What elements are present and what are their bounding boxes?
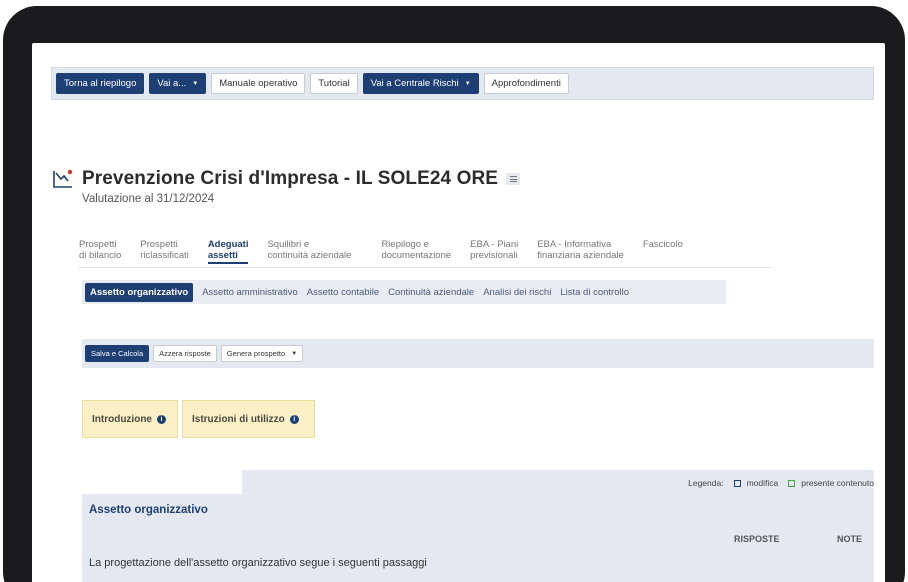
goto-dropdown-button[interactable]: Vai a... ▼ xyxy=(149,73,207,94)
tab-label: riclassificati xyxy=(140,249,189,261)
legend-label: Legenda: xyxy=(688,478,724,488)
back-to-summary-button[interactable]: Torna al riepilogo xyxy=(56,73,145,94)
info-icon: i xyxy=(289,414,299,424)
tutorial-button[interactable]: Tutorial xyxy=(310,73,358,94)
goto-label: Vai a... xyxy=(157,78,187,89)
questionnaire-panel: Legenda: modifica presente contenuto Ass… xyxy=(82,470,874,582)
question-text: La progettazione dell'assetto organizzat… xyxy=(89,557,427,569)
tab-prospetti-riclassificati[interactable]: Prospetti riclassificati xyxy=(140,239,189,264)
subtab-assetto-amministrativo[interactable]: Assetto amministrativo xyxy=(202,287,298,298)
manual-label: Manuale operativo xyxy=(219,78,298,89)
instructions-box[interactable]: Istruzioni di utilizzo i xyxy=(182,400,315,438)
subtab-assetto-organizzativo[interactable]: Assetto organizzativo xyxy=(85,282,194,302)
intro-label: Introduzione xyxy=(92,413,152,425)
instructions-label: Istruzioni di utilizzo xyxy=(192,413,285,425)
reset-label: Azzera risposte xyxy=(159,349,211,358)
tab-label: previsionali xyxy=(470,249,518,261)
column-notes-header: NOTE xyxy=(837,534,863,544)
save-calculate-button[interactable]: Salva e Calcola xyxy=(85,345,150,362)
back-label: Torna al riepilogo xyxy=(64,78,137,89)
intro-box[interactable]: Introduzione i xyxy=(82,400,178,438)
tab-label: Adeguati xyxy=(207,239,249,250)
cr-label: Vai a Centrale Rischi xyxy=(370,78,459,89)
insights-label: Approfondimenti xyxy=(491,78,561,89)
generate-report-button[interactable]: Genera prospetto ▼ xyxy=(220,345,304,362)
valuation-date: Valutazione al 31/12/2024 xyxy=(82,193,215,205)
centrale-rischi-button[interactable]: Vai a Centrale Rischi ▼ xyxy=(362,73,479,94)
subtab-assetto-contabile[interactable]: Assetto contabile xyxy=(307,287,379,298)
laptop-frame: Torna al riepilogo Vai a... ▼ Manuale ope… xyxy=(3,6,905,582)
panel-body: Assetto organizzativo RISPOSTE NOTE La p… xyxy=(82,494,874,582)
tab-label: continuità aziendale xyxy=(267,249,352,261)
main-tabs: Prospetti di bilancio Prospetti riclassifi… xyxy=(79,239,702,264)
column-answers-header: RISPOSTE xyxy=(734,534,780,544)
sub-tabs: Assetto organizzativo Assetto amministra… xyxy=(82,280,726,304)
tab-adeguati-assetti[interactable]: Adeguati assetti xyxy=(207,239,249,264)
legend-content-label: presente contenuto xyxy=(801,478,874,488)
tab-riepilogo[interactable]: Riepilogo e documentazione xyxy=(381,239,452,264)
caret-down-icon: ▼ xyxy=(192,80,199,87)
tab-label: EBA - Informativa xyxy=(537,239,612,250)
insights-button[interactable]: Approfondimenti xyxy=(483,73,569,94)
info-icon: i xyxy=(157,414,166,424)
subtab-lista-controllo[interactable]: Lista di controllo xyxy=(560,287,629,298)
edit-square-icon xyxy=(733,479,741,487)
menu-icon[interactable] xyxy=(506,173,521,185)
tab-label: Riepilogo e xyxy=(381,239,429,250)
tab-label: Fascicolo xyxy=(642,239,683,250)
top-toolbar: Torna al riepilogo Vai a... ▼ Manuale ope… xyxy=(51,67,874,100)
action-bar: Salva e Calcola Azzera risposte Genera p… xyxy=(82,339,874,368)
chart-down-icon xyxy=(52,169,74,189)
tab-label: assetti xyxy=(207,249,238,261)
tab-prospetti-bilancio[interactable]: Prospetti di bilancio xyxy=(79,239,122,264)
tab-label: di bilancio xyxy=(79,249,122,261)
panel-header-strip: Legenda: modifica presente contenuto xyxy=(242,470,874,494)
tab-fascicolo[interactable]: Fascicolo xyxy=(642,239,683,264)
tabs-divider xyxy=(79,267,771,268)
page-title: Prevenzione Crisi d'Impresa - IL SOLE24 … xyxy=(82,168,499,189)
tab-label: Prospetti xyxy=(140,239,178,250)
legend-edit-label: modifica xyxy=(746,478,779,488)
app-screen: Torna al riepilogo Vai a... ▼ Manuale ope… xyxy=(32,43,885,582)
tab-squilibri[interactable]: Squilibri e continuità aziendale xyxy=(267,239,352,264)
tab-label: documentazione xyxy=(381,249,452,261)
section-title: Assetto organizzativo xyxy=(89,504,208,516)
subtab-analisi-rischi[interactable]: Analisi dei rischi xyxy=(483,287,551,298)
page-header: Prevenzione Crisi d'Impresa - IL SOLE24 … xyxy=(52,168,521,190)
save-label: Salva e Calcola xyxy=(91,349,144,358)
tab-label: Squilibri e xyxy=(267,239,310,250)
tab-label: Prospetti xyxy=(79,239,117,250)
tab-eba-informativa[interactable]: EBA - Informativa finanziaria aziendale xyxy=(537,239,624,264)
tab-eba-piani[interactable]: EBA - Piani previsionali xyxy=(470,239,519,264)
subtab-continuita-aziendale[interactable]: Continuità aziendale xyxy=(388,287,474,298)
generate-label: Genera prospetto xyxy=(226,349,286,358)
tab-label: EBA - Piani xyxy=(470,239,519,250)
legend: Legenda: modifica presente contenuto xyxy=(688,478,874,488)
caret-down-icon: ▼ xyxy=(464,80,471,87)
content-square-icon xyxy=(788,479,796,487)
reset-answers-button[interactable]: Azzera risposte xyxy=(153,345,217,362)
tutorial-label: Tutorial xyxy=(318,78,350,89)
tab-label: finanziaria aziendale xyxy=(537,249,624,261)
caret-down-icon: ▼ xyxy=(291,350,298,357)
manual-button[interactable]: Manuale operativo xyxy=(211,73,306,94)
